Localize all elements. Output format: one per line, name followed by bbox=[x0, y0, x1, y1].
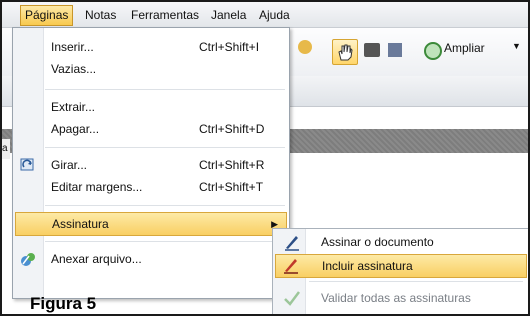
snapshot-icon[interactable] bbox=[364, 43, 380, 57]
menu-item-label: Girar... bbox=[51, 158, 88, 172]
menu-item-shortcut: Ctrl+Shift+I bbox=[199, 40, 260, 54]
menu-separator bbox=[45, 89, 285, 90]
menu-item-label: Apagar... bbox=[51, 122, 100, 136]
hand-tool-button[interactable] bbox=[332, 39, 358, 65]
submenu-item-incluir[interactable]: Incluir assinatura bbox=[275, 254, 527, 278]
menu-item-anexar-arquivo[interactable]: Anexar arquivo... bbox=[13, 248, 289, 270]
menu-item-label: Extrair... bbox=[51, 100, 96, 114]
attach-icon bbox=[20, 251, 36, 267]
zoom-dropdown-arrow-icon[interactable]: ▼ bbox=[512, 41, 521, 51]
submenu-item-label: Incluir assinatura bbox=[322, 259, 413, 273]
menu-item-label: Editar margens... bbox=[51, 180, 143, 194]
menu-separator bbox=[45, 147, 285, 148]
text-select-icon[interactable] bbox=[388, 43, 402, 57]
menu-item-label: Vazias... bbox=[51, 62, 97, 76]
rotate-icon bbox=[20, 157, 36, 173]
menu-bar: Páginas Notas Ferramentas Janela Ajuda bbox=[2, 2, 528, 28]
figure-caption: Figura 5 bbox=[30, 294, 97, 313]
menu-item-shortcut: Ctrl+Shift+R bbox=[199, 158, 265, 172]
submenu-item-assinar[interactable]: Assinar o documento bbox=[275, 231, 525, 253]
app-window: Ampliar ▼ a Páginas Notas Ferramentas Ja… bbox=[0, 0, 530, 316]
menu-item-shortcut: Ctrl+Shift+D bbox=[199, 122, 265, 136]
hand-icon bbox=[338, 44, 353, 61]
menu-item-girar[interactable]: Girar... Ctrl+Shift+R bbox=[13, 154, 289, 176]
menu-item-extrair[interactable]: Extrair... bbox=[13, 96, 289, 118]
menu-item-assinatura[interactable]: Assinatura ▶ bbox=[15, 212, 287, 236]
menu-item-label: Inserir... bbox=[51, 40, 94, 54]
sign-pen-icon bbox=[283, 233, 301, 251]
add-signature-icon bbox=[282, 256, 300, 274]
menu-item-apagar[interactable]: Apagar... Ctrl+Shift+D bbox=[13, 118, 289, 140]
menu-separator bbox=[45, 205, 285, 206]
menu-item-inserir[interactable]: Inserir... Ctrl+Shift+I bbox=[13, 36, 289, 58]
left-tab[interactable]: a bbox=[2, 139, 10, 159]
menu-separator bbox=[45, 241, 285, 242]
submenu-item-label: Assinar o documento bbox=[321, 235, 434, 249]
menu-ajuda[interactable]: Ajuda bbox=[254, 6, 295, 24]
menu-item-label: Anexar arquivo... bbox=[51, 252, 142, 266]
menu-separator bbox=[309, 281, 523, 282]
menu-item-vazias[interactable]: Vazias... bbox=[13, 58, 289, 80]
menu-janela[interactable]: Janela bbox=[206, 6, 251, 24]
validate-signatures-icon bbox=[283, 289, 301, 307]
page-nav-icon[interactable] bbox=[298, 40, 312, 54]
zoom-button[interactable]: Ampliar bbox=[444, 41, 485, 55]
submenu-item-validar[interactable]: Validar todas as assinaturas bbox=[275, 287, 525, 309]
paginas-dropdown-menu: Inserir... Ctrl+Shift+I Vazias... Extrai… bbox=[12, 27, 290, 299]
menu-item-shortcut: Ctrl+Shift+T bbox=[199, 180, 264, 194]
menu-notas[interactable]: Notas bbox=[80, 6, 121, 24]
menu-item-editar-margens[interactable]: Editar margens... Ctrl+Shift+T bbox=[13, 176, 289, 198]
assinatura-submenu: Assinar o documento Incluir assinatura V… bbox=[272, 228, 528, 314]
menu-paginas[interactable]: Páginas bbox=[20, 5, 74, 26]
submenu-item-label: Validar todas as assinaturas bbox=[321, 291, 471, 305]
menu-ferramentas[interactable]: Ferramentas bbox=[126, 6, 204, 24]
menu-item-label: Assinatura bbox=[52, 217, 109, 231]
zoom-icon bbox=[424, 42, 442, 60]
